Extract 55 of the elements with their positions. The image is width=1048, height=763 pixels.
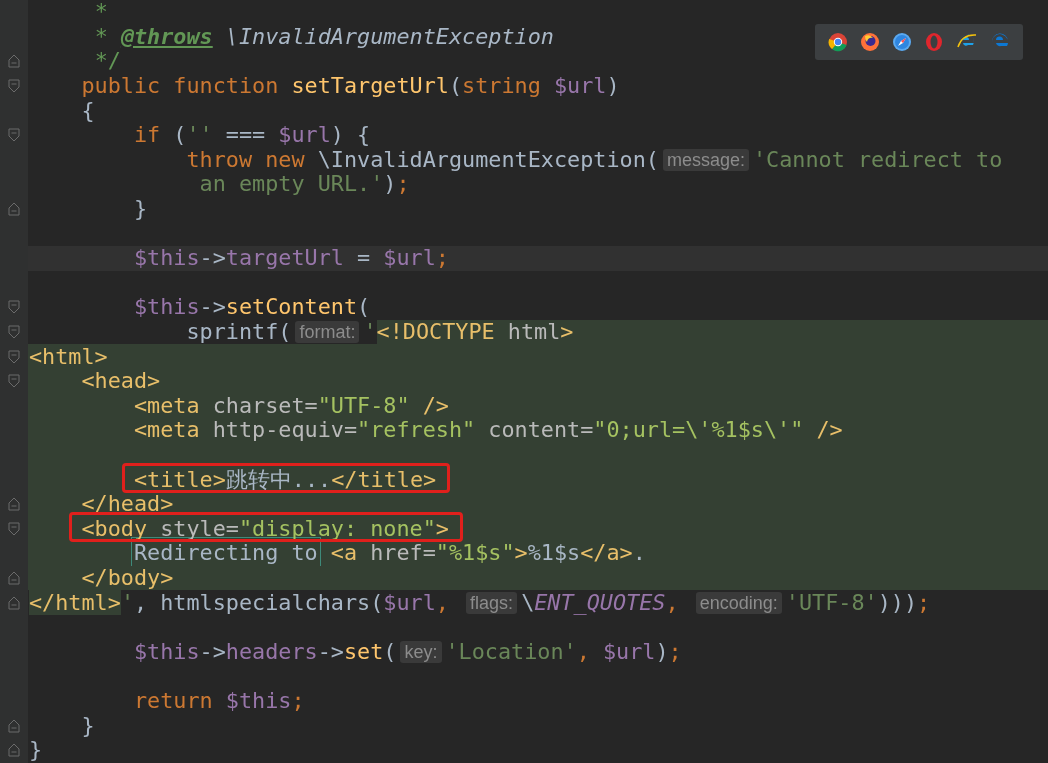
- compass-icon[interactable]: [892, 32, 912, 52]
- code-text: <title>跳转中...</title>: [134, 467, 437, 492]
- fold-icon[interactable]: [8, 128, 20, 143]
- code-text: \ENT_QUOTES,: [521, 590, 680, 615]
- code-text: public function setTargetUrl(string $url): [81, 74, 620, 99]
- injected-code-text: </html>: [29, 590, 121, 615]
- multicolor-ring-icon[interactable]: [828, 32, 848, 52]
- code-text: * @throws \InvalidArgumentException: [94, 24, 554, 49]
- parameter-hint: flags:: [466, 591, 518, 614]
- code-text: </body>: [81, 565, 174, 590]
- parameter-hint: encoding:: [695, 591, 782, 614]
- code-text: <meta http-equiv="refresh" content="0;url=\'%1$s\'" />: [134, 418, 843, 443]
- fold-icon[interactable]: [8, 521, 20, 536]
- code-text: sprintf(: [186, 320, 292, 344]
- injected-code-text: <!DOCTYPE html>: [376, 319, 574, 345]
- code-text: }: [29, 738, 43, 763]
- code-text: }: [81, 713, 95, 738]
- fold-icon[interactable]: [8, 595, 20, 610]
- fold-icon[interactable]: [8, 497, 20, 512]
- fold-icon[interactable]: [8, 718, 20, 733]
- code-text: *: [94, 0, 108, 25]
- fold-icon[interactable]: [8, 325, 20, 339]
- parameter-hint: message:: [662, 148, 749, 171]
- code-text: an empty URL.');: [199, 172, 410, 197]
- code-text: ': [363, 320, 377, 344]
- code-text: 'UTF-8')));: [785, 590, 931, 615]
- code-text: 'Location', $url);: [445, 639, 682, 664]
- parameter-hint: key:: [400, 640, 442, 663]
- code-text: <meta charset="UTF-8" />: [134, 393, 449, 418]
- parameter-hint: format:: [295, 321, 360, 343]
- code-text: throw new \InvalidArgumentException(: [186, 147, 659, 172]
- code-text: <body style="display: none">: [81, 516, 449, 541]
- fox-circle-icon[interactable]: [860, 32, 880, 52]
- fold-icon[interactable]: [8, 349, 20, 364]
- fold-icon[interactable]: [8, 570, 20, 585]
- code-text: <html>: [29, 344, 108, 369]
- fold-icon[interactable]: [8, 374, 20, 389]
- code-text: {: [81, 98, 95, 123]
- code-text: return $this;: [134, 688, 305, 713]
- code-text: $this->headers->set(: [134, 639, 397, 664]
- fold-icon[interactable]: [8, 202, 20, 217]
- code-text: </head>: [81, 492, 174, 517]
- ring-icon[interactable]: [924, 32, 944, 52]
- fold-icon[interactable]: [8, 79, 20, 94]
- code-text: $this->targetUrl = $url;: [134, 246, 449, 271]
- code-text: ', htmlspecialchars($url,: [120, 590, 450, 615]
- code-text: $this->setContent(: [134, 295, 371, 320]
- code-text: 'Cannot redirect to: [752, 147, 1003, 172]
- code-text: if ('' === $url) {: [134, 123, 371, 148]
- code-text: }: [134, 197, 148, 222]
- fold-icon[interactable]: [8, 743, 20, 758]
- fold-icon[interactable]: [8, 54, 20, 69]
- code-text: <head>: [81, 369, 161, 394]
- code-text: */: [94, 49, 121, 74]
- fold-icon[interactable]: [8, 300, 20, 315]
